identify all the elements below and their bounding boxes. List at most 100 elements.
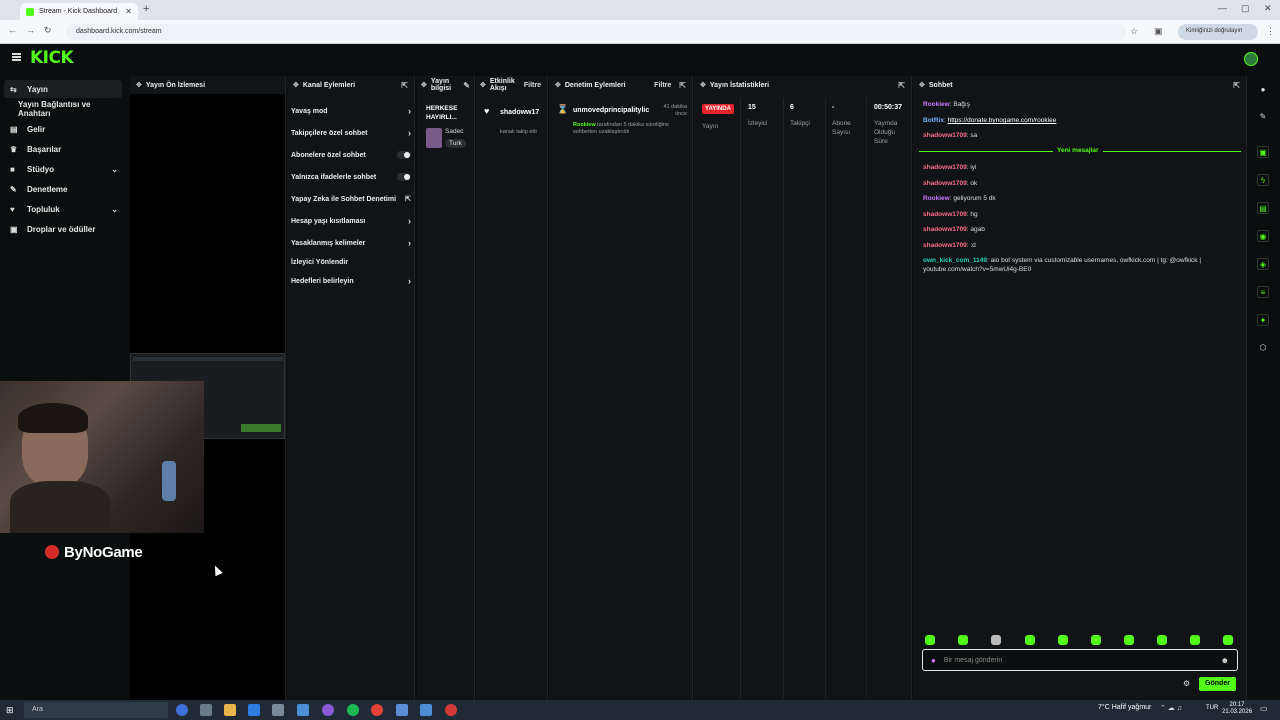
hammer-icon: ✎ (10, 184, 17, 194)
emote-icon[interactable] (925, 635, 935, 645)
account-age-row[interactable]: Hesap yaşı kısıtlaması › (291, 211, 411, 231)
emote-icon[interactable] (991, 635, 1001, 645)
emote-icon[interactable] (1124, 635, 1134, 645)
chat-bubble-icon[interactable]: ◉ (1257, 230, 1269, 242)
browser-menu-icon[interactable]: ⋮ (1266, 26, 1275, 37)
sidebar-item-basarilar[interactable]: ♛ Başarılar (4, 140, 122, 158)
file-explorer-icon[interactable] (224, 704, 236, 716)
list-icon[interactable]: ≡ (1257, 286, 1269, 298)
subscribers-only-toggle[interactable] (397, 151, 411, 159)
taskbar-search[interactable]: Ara (24, 702, 168, 718)
sidebar-item-yayin[interactable]: ⇆ Yayın (4, 80, 122, 98)
profile-button[interactable]: Kimliğinizi doğrulayın (1178, 24, 1258, 40)
avatar[interactable] (1244, 52, 1258, 66)
os-taskbar: ⊞ Ara 7°C Hafif yağmur ⌃ ☁ ♫ TUR 20:17 21… (0, 700, 1280, 720)
emote-icon[interactable] (1091, 635, 1101, 645)
minimize-button[interactable]: — (1218, 3, 1227, 13)
activity-filter-button[interactable]: Filtre (524, 82, 541, 89)
language-indicator[interactable]: TUR (1206, 705, 1218, 711)
info-icon[interactable]: ● (1257, 84, 1269, 96)
lightning-icon[interactable]: ϟ (1257, 174, 1269, 186)
kick-logo[interactable]: KICK (30, 48, 74, 68)
obs-icon[interactable] (445, 704, 457, 716)
donation-link[interactable]: https://donate.bynogame.com/rookiee (948, 117, 1057, 124)
goals-row[interactable]: Hedefleri belirleyin › (291, 271, 411, 291)
task-view-icon[interactable] (200, 704, 212, 716)
app-icon[interactable] (420, 704, 432, 716)
windows-start-icon[interactable]: ⊞ (6, 704, 18, 716)
moderation-header: ✥ Denetim Eylemleri Filtre ⇱ (555, 80, 686, 90)
tray-icons[interactable]: ⌃ ☁ ♫ (1160, 704, 1182, 712)
steam-icon[interactable] (297, 704, 309, 716)
ai-moderation-row[interactable]: Yapay Zeka ile Sohbet Denetimi ⇱ (291, 189, 411, 209)
moderated-user[interactable]: unmovedprincipalitylic (573, 107, 649, 114)
emoji-picker-icon[interactable]: ☻ (1221, 656, 1229, 665)
drag-handle-icon[interactable]: ✥ (421, 81, 427, 89)
clock[interactable]: 20:17 21.03.2026 (1222, 702, 1252, 716)
send-button[interactable]: Gönder (1199, 677, 1236, 691)
new-tab-button[interactable]: + (143, 3, 149, 15)
emote-icon[interactable] (1190, 635, 1200, 645)
url-input[interactable]: dashboard.kick.com/stream (66, 24, 1126, 40)
browser-tab[interactable]: Stream - Kick Dashboard ✕ (20, 3, 138, 20)
emote-icon[interactable] (958, 635, 968, 645)
sidebar-item-topluluk[interactable]: ♥ Topluluk ⌄ (4, 200, 122, 218)
sidebar-item-stream-key[interactable]: Yayın Bağlantısı ve Anahtarı (4, 100, 122, 118)
emotes-only-toggle[interactable] (397, 173, 411, 181)
broadcast-icon[interactable]: ◈ (1257, 258, 1269, 270)
spotify-icon[interactable] (347, 704, 359, 716)
stream-info-panel: ✥ Yayın bilgisi ✎ HERKESE HAYIRLI... Sad… (417, 76, 475, 700)
notification-icon[interactable]: ▭ (1260, 704, 1268, 713)
drag-handle-icon[interactable]: ✥ (293, 81, 299, 89)
moderation-filter-button[interactable]: Filtre (654, 82, 671, 89)
sidebar-item-droplar[interactable]: ▣ Droplar ve ödüller (4, 220, 122, 238)
popout-icon[interactable]: ⇱ (1233, 81, 1240, 90)
banned-words-row[interactable]: Yasaklanmış kelimeler › (291, 233, 411, 253)
hamburger-menu-icon[interactable] (12, 53, 21, 61)
weather-widget[interactable]: 7°C Hafif yağmur (1098, 704, 1151, 711)
drag-handle-icon[interactable]: ✥ (136, 81, 142, 89)
share-icon[interactable]: ⬡ (1257, 342, 1269, 354)
drag-handle-icon[interactable]: ✥ (700, 81, 706, 89)
followers-only-row[interactable]: Takipçilere özel sohbet › (291, 123, 411, 143)
drag-handle-icon[interactable]: ✥ (919, 81, 925, 89)
chat-settings-icon[interactable]: ⚙ (1183, 679, 1190, 688)
discord-icon[interactable] (322, 704, 334, 716)
raid-row[interactable]: İzleyici Yönlendir (291, 252, 411, 272)
close-window-button[interactable]: ✕ (1264, 3, 1272, 14)
reload-icon[interactable]: ↻ (44, 25, 52, 36)
mic-icon[interactable]: ● (931, 656, 936, 665)
sidebar-item-studyo[interactable]: ■ Stüdyo ⌄ (4, 160, 122, 178)
add-widget-icon[interactable]: ▣ (1257, 146, 1269, 158)
forward-icon[interactable]: → (26, 25, 35, 35)
extensions-icon[interactable]: ▣ (1154, 26, 1163, 37)
document-icon[interactable]: ▤ (1257, 202, 1269, 214)
wrench-icon[interactable]: ✦ (1257, 314, 1269, 326)
chrome-icon[interactable] (371, 704, 383, 716)
maximize-button[interactable]: ▢ (1241, 3, 1250, 14)
emote-icon[interactable] (1157, 635, 1167, 645)
popout-icon[interactable]: ⇱ (898, 81, 905, 90)
app-icon[interactable] (396, 704, 408, 716)
mail-icon[interactable] (248, 704, 260, 716)
close-tab-icon[interactable]: ✕ (125, 7, 132, 16)
sidebar-item-gelir[interactable]: ▤ Gelir (4, 120, 122, 138)
back-icon[interactable]: ← (8, 25, 17, 35)
sidebar-item-denetleme[interactable]: ✎ Denetleme (4, 180, 122, 198)
activity-user[interactable]: shadoww17 (500, 109, 539, 116)
app-icon[interactable] (272, 704, 284, 716)
slow-mode-row[interactable]: Yavaş mod › (291, 101, 411, 121)
tag-sadece: Sadec (445, 128, 464, 135)
edit-icon[interactable]: ✎ (463, 81, 470, 90)
emote-icon[interactable] (1025, 635, 1035, 645)
edit-icon[interactable]: ✎ (1257, 111, 1269, 123)
emote-icon[interactable] (1058, 635, 1068, 645)
drag-handle-icon[interactable]: ✥ (555, 81, 561, 89)
edge-icon[interactable] (176, 704, 188, 716)
popout-icon[interactable]: ⇱ (401, 81, 408, 90)
popout-icon[interactable]: ⇱ (679, 81, 686, 90)
emote-icon[interactable] (1223, 635, 1233, 645)
drag-handle-icon[interactable]: ✥ (480, 81, 486, 89)
bookmark-star-icon[interactable]: ☆ (1130, 26, 1138, 37)
chat-message-input[interactable]: ● Bir mesaj gönderin ☻ (922, 649, 1238, 671)
